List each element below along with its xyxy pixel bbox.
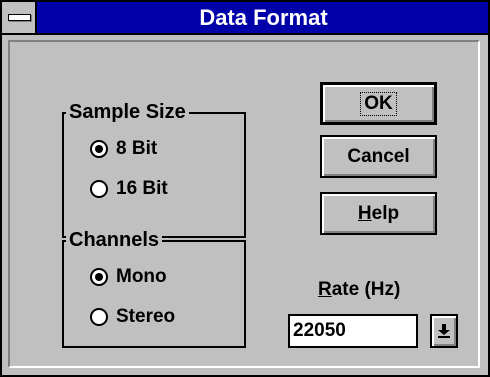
help-button-label: Help [358,203,399,225]
ok-button-label: OK [360,91,397,116]
radio-16-bit[interactable]: 16 Bit [90,178,168,200]
radio-stereo-label: Stereo [116,306,176,327]
radio-selected-dot [95,273,103,281]
radio-selected-dot [95,145,103,153]
help-button[interactable]: Help [320,192,437,235]
rate-label-rest: ate (Hz) [331,279,401,300]
radio-16-bit-indicator [90,180,108,198]
rate-dropdown-button[interactable] [430,314,458,348]
cancel-button-label: Cancel [347,145,410,167]
radio-mono-indicator [90,268,108,286]
down-arrow-icon [438,324,450,338]
rate-combo-input[interactable]: 22050 [288,314,418,348]
radio-stereo[interactable]: Stereo [90,306,175,328]
channels-group: Channels Mono Stereo [62,228,246,348]
sample-size-group: Sample Size 8 Bit 16 Bit [62,100,246,238]
dialog-body: Sample Size 8 Bit 16 Bit Channels Mono S… [8,40,480,368]
system-menu-icon [8,14,31,21]
help-mnemonic: H [357,202,372,224]
rate-label: Rate (Hz) [318,279,400,301]
radio-8-bit-indicator [90,140,108,158]
window-title: Data Format [199,5,328,30]
radio-stereo-indicator [90,308,108,326]
cancel-button[interactable]: Cancel [320,135,437,178]
help-label-rest: elp [371,202,400,224]
data-format-dialog: Data Format Sample Size 8 Bit 16 Bit Cha… [0,0,490,377]
channels-label: Channels [66,228,163,252]
title-bar: Data Format [2,2,488,35]
rate-mnemonic: R [318,279,332,300]
ok-button[interactable]: OK [320,82,437,125]
radio-mono-label: Mono [116,266,167,287]
radio-8-bit[interactable]: 8 Bit [90,138,157,160]
radio-16-bit-label: 16 Bit [116,178,168,199]
radio-8-bit-label: 8 Bit [116,138,158,159]
sample-size-label: Sample Size [66,100,189,124]
system-menu-button[interactable] [2,2,37,33]
radio-mono[interactable]: Mono [90,266,167,288]
